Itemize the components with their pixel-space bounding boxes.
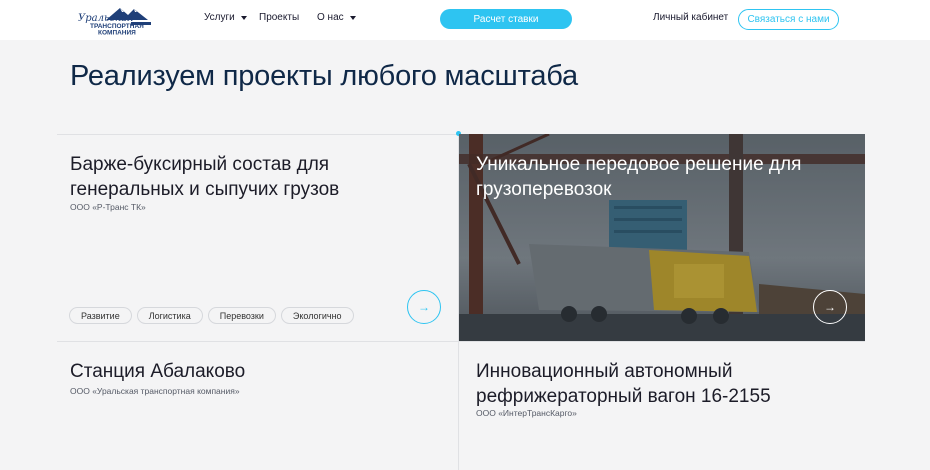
card-title: Станция Абалаково [70, 361, 246, 382]
personal-cabinet-link[interactable]: Личный кабинет [653, 12, 728, 23]
card-company: ООО «Р-Транс ТК» [70, 202, 146, 212]
nav-services[interactable]: Услуги [204, 12, 247, 23]
svg-text:КОМПАНИЯ: КОМПАНИЯ [98, 30, 136, 37]
card-company: ООО «Уральская транспортная компания» [70, 386, 240, 396]
contact-us-button[interactable]: Связаться с нами [738, 9, 839, 30]
card-company: ООО «ИнтерТрансКарго» [476, 408, 577, 418]
card-title-line: рефрижераторный вагон 16-2155 [476, 386, 771, 407]
card-title: Уникальное передовое решение для грузопе… [476, 152, 801, 202]
logo-mountains-icon: Уральская ТРАНСПОРТНАЯ КОМПАНИЯ [78, 8, 151, 37]
card-title: Барже-буксирный состав для генеральных и… [70, 152, 339, 202]
card-title-line: Уникальное передовое решение для [476, 154, 802, 175]
site-header: Уральская ТРАНСПОРТНАЯ КОМПАНИЯ Услуги П… [0, 0, 930, 40]
grid-divider [57, 134, 459, 135]
tag-transport[interactable]: Перевозки [207, 307, 276, 324]
card-arrow-button[interactable]: → [407, 290, 441, 324]
arrow-right-icon: → [418, 300, 430, 314]
card-title-line: грузоперевозок [476, 179, 612, 200]
grid-divider [57, 341, 865, 342]
card-title-line: генеральных и сыпучих грузов [70, 179, 340, 200]
tag-eco[interactable]: Экологично [280, 307, 354, 324]
company-logo[interactable]: Уральская ТРАНСПОРТНАЯ КОМПАНИЯ [76, 4, 158, 36]
page-title: Реализуем проекты любого масштаба [70, 60, 578, 92]
chevron-down-icon [349, 15, 356, 20]
card-title-line: Инновационный автономный [476, 361, 733, 382]
arrow-right-icon: → [824, 300, 836, 314]
nav-services-label: Услуги [204, 12, 235, 23]
nav-projects[interactable]: Проекты [259, 12, 299, 23]
nav-projects-label: Проекты [259, 12, 300, 23]
tag-development[interactable]: Развитие [69, 307, 132, 324]
nav-about[interactable]: О нас [317, 12, 356, 23]
card-title-line: Барже-буксирный состав для [70, 154, 330, 175]
card-arrow-button[interactable]: → [813, 290, 847, 324]
tag-list: Развитие Логистика Перевозки Экологично [69, 307, 354, 324]
nav-about-label: О нас [317, 12, 344, 23]
calc-rate-button[interactable]: Расчет ставки [440, 9, 572, 29]
card-title: Инновационный автономный рефрижераторный… [476, 359, 771, 409]
chevron-down-icon [240, 15, 247, 20]
tag-logistics[interactable]: Логистика [136, 307, 203, 324]
